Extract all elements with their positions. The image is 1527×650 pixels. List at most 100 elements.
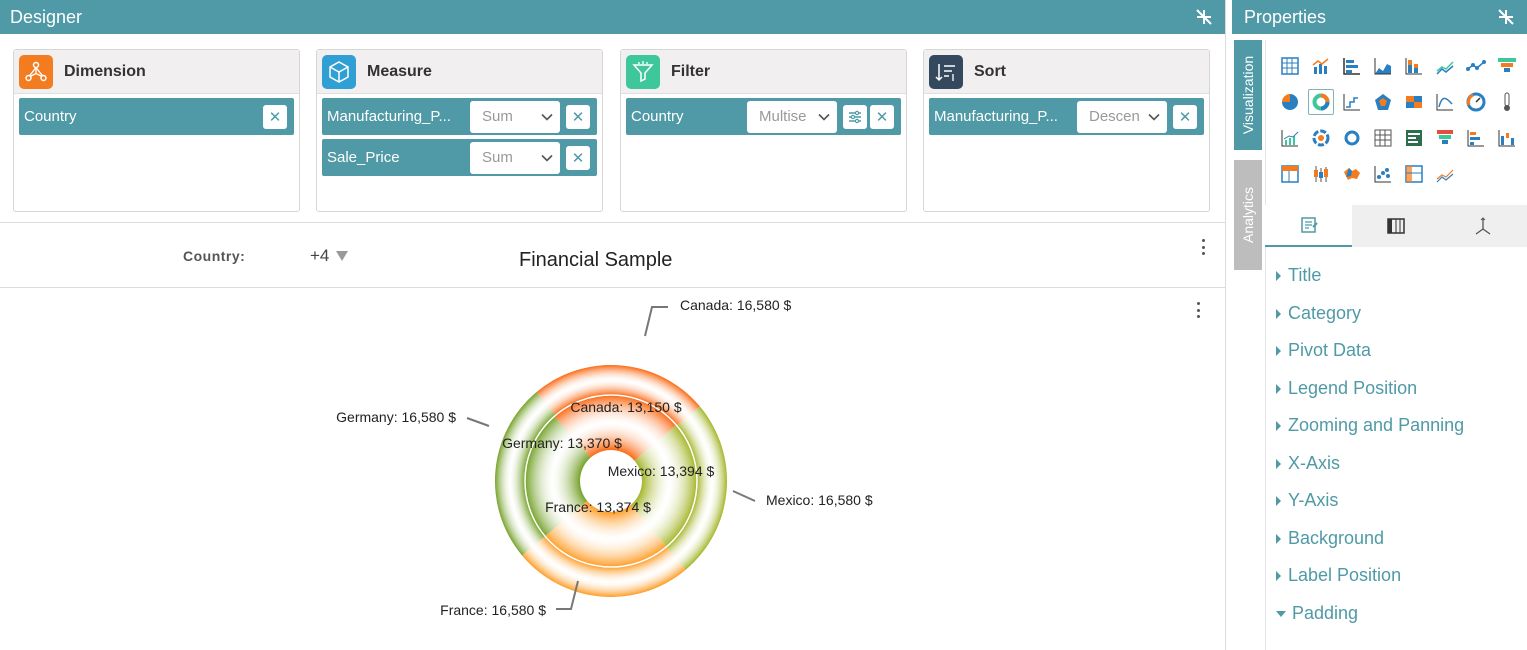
select-value: Descen [1089, 108, 1140, 125]
scatter-chart-icon[interactable] [1370, 161, 1396, 187]
properties-titlebar: Properties [1232, 0, 1527, 34]
ring-chart-icon[interactable] [1339, 125, 1365, 151]
aggregate-select[interactable]: Sum [470, 141, 560, 174]
pivot-grid-icon[interactable] [1370, 125, 1396, 151]
data-label-inner-france: France: 13,374 $ [545, 499, 651, 515]
hbar-chart-icon[interactable] [1463, 125, 1489, 151]
designer-pane: Designer Dimension Country ✕ Measure Man… [0, 0, 1226, 650]
close-icon[interactable]: ✕ [566, 145, 590, 170]
select-value: Sum [482, 149, 513, 166]
step-chart-icon[interactable] [1339, 89, 1365, 115]
card-icon[interactable] [1401, 125, 1427, 151]
chevron-down-icon [818, 113, 830, 121]
prop-category[interactable]: Category [1276, 303, 1361, 324]
stacked-bar-icon[interactable] [1401, 53, 1427, 79]
radar-chart-icon[interactable] [1370, 89, 1396, 115]
spline-chart-icon[interactable] [1432, 89, 1458, 115]
prop-label: Padding [1292, 603, 1359, 623]
filter-title: Filter [671, 62, 711, 80]
funnel-icon [626, 54, 660, 89]
scatter-line-icon[interactable] [1463, 53, 1489, 79]
caret-right-icon [1276, 570, 1281, 581]
filter-label: Country: [183, 248, 246, 264]
measure-chip-sale-price[interactable]: Sale_Price Sum ✕ [322, 139, 597, 176]
data-label-inner-canada: Canada: 13,150 $ [570, 399, 682, 415]
data-label-outer-germany: Germany: 16,580 $ [336, 409, 456, 425]
measure-title: Measure [367, 62, 432, 80]
candlestick-icon[interactable] [1308, 161, 1334, 187]
funnel-chart-icon[interactable] [1494, 53, 1520, 79]
close-icon[interactable]: ✕ [263, 104, 287, 129]
chevron-down-icon [541, 154, 553, 162]
pyramid-icon[interactable] [1432, 125, 1458, 151]
aggregate-select[interactable]: Sum [470, 100, 560, 133]
select-value: Multise [759, 108, 807, 125]
filter-settings-icon[interactable] [843, 104, 867, 129]
bar-chart-icon[interactable] [1339, 53, 1365, 79]
prop-label-position[interactable]: Label Position [1276, 565, 1401, 586]
measure-chip-manufacturing[interactable]: Manufacturing_P... Sum ✕ [322, 98, 597, 135]
chip-label: Manufacturing_P... [934, 108, 1058, 125]
prop-legend-position[interactable]: Legend Position [1276, 378, 1417, 399]
column-line-icon[interactable] [1277, 125, 1303, 151]
tab-visualization[interactable]: Visualization [1234, 40, 1262, 150]
line-chart-icon[interactable] [1432, 53, 1458, 79]
prop-label: Pivot Data [1288, 340, 1372, 360]
prop-pivot-data[interactable]: Pivot Data [1276, 340, 1371, 361]
prop-label: Title [1288, 265, 1322, 285]
close-icon[interactable]: ✕ [870, 104, 894, 129]
select-value: Sum [482, 108, 513, 125]
more-options-icon[interactable] [1200, 239, 1206, 255]
data-label-inner-germany: Germany: 13,370 $ [502, 435, 622, 451]
prop-zooming-panning[interactable]: Zooming and Panning [1276, 415, 1464, 436]
pie-chart-icon[interactable] [1277, 89, 1303, 115]
chart-title: Financial Sample [519, 249, 673, 271]
pivot-table-icon[interactable] [1401, 161, 1427, 187]
grid-chart-icon[interactable] [1277, 53, 1303, 79]
map-icon[interactable] [1339, 161, 1365, 187]
prop-x-axis[interactable]: X-Axis [1276, 453, 1340, 474]
prop-y-axis[interactable]: Y-Axis [1276, 490, 1338, 511]
heatmap-icon[interactable] [1401, 89, 1427, 115]
sort-order-select[interactable]: Descen [1077, 100, 1167, 133]
prop-title[interactable]: Title [1276, 265, 1321, 286]
prop-background[interactable]: Background [1276, 528, 1384, 549]
tab-general-properties[interactable] [1265, 205, 1353, 247]
area-chart-icon[interactable] [1370, 53, 1396, 79]
sort-icon [929, 54, 963, 89]
filter-header: Filter [621, 50, 906, 94]
tab-series-properties[interactable] [1352, 205, 1440, 247]
collapse-icon[interactable] [1195, 8, 1213, 26]
designer-titlebar: Designer [0, 0, 1225, 34]
prop-label: Zooming and Panning [1288, 415, 1465, 435]
gauge-icon[interactable] [1463, 89, 1489, 115]
chip-label: Sale_Price [327, 149, 400, 166]
sort-chip-manufacturing[interactable]: Manufacturing_P... Descen ✕ [929, 98, 1204, 135]
dimension-chip-country[interactable]: Country ✕ [19, 98, 294, 135]
waterfall-icon[interactable] [1494, 125, 1520, 151]
filter-chip-country[interactable]: Country Multise ✕ [626, 98, 901, 135]
combo-chart-icon[interactable] [1308, 53, 1334, 79]
multi-line-icon[interactable] [1432, 161, 1458, 187]
filter-type-select[interactable]: Multise [747, 100, 837, 133]
doughnut-chart-icon[interactable] [1308, 89, 1334, 115]
property-list: Title Category Pivot Data Legend Positio… [1265, 247, 1527, 650]
tab-axis-properties[interactable] [1439, 205, 1527, 247]
caret-right-icon [1276, 345, 1281, 356]
table-icon [1387, 218, 1405, 234]
tab-analytics-label: Analytics [1240, 186, 1256, 244]
sort-header: Sort [924, 50, 1209, 94]
matrix-icon[interactable] [1277, 161, 1303, 187]
thermometer-icon[interactable] [1494, 89, 1520, 115]
caret-right-icon [1276, 270, 1281, 281]
close-icon[interactable]: ✕ [566, 104, 590, 129]
tab-analytics[interactable]: Analytics [1234, 160, 1262, 270]
chip-label: Manufacturing_P... [327, 108, 451, 125]
connector-line [732, 490, 756, 502]
filter-value-dropdown[interactable]: +4 [310, 246, 349, 266]
sunburst-icon[interactable] [1308, 125, 1334, 151]
collapse-icon[interactable] [1497, 8, 1515, 26]
close-icon[interactable]: ✕ [1173, 104, 1197, 129]
chevron-down-icon [1148, 113, 1160, 121]
prop-padding[interactable]: Padding [1276, 603, 1358, 624]
